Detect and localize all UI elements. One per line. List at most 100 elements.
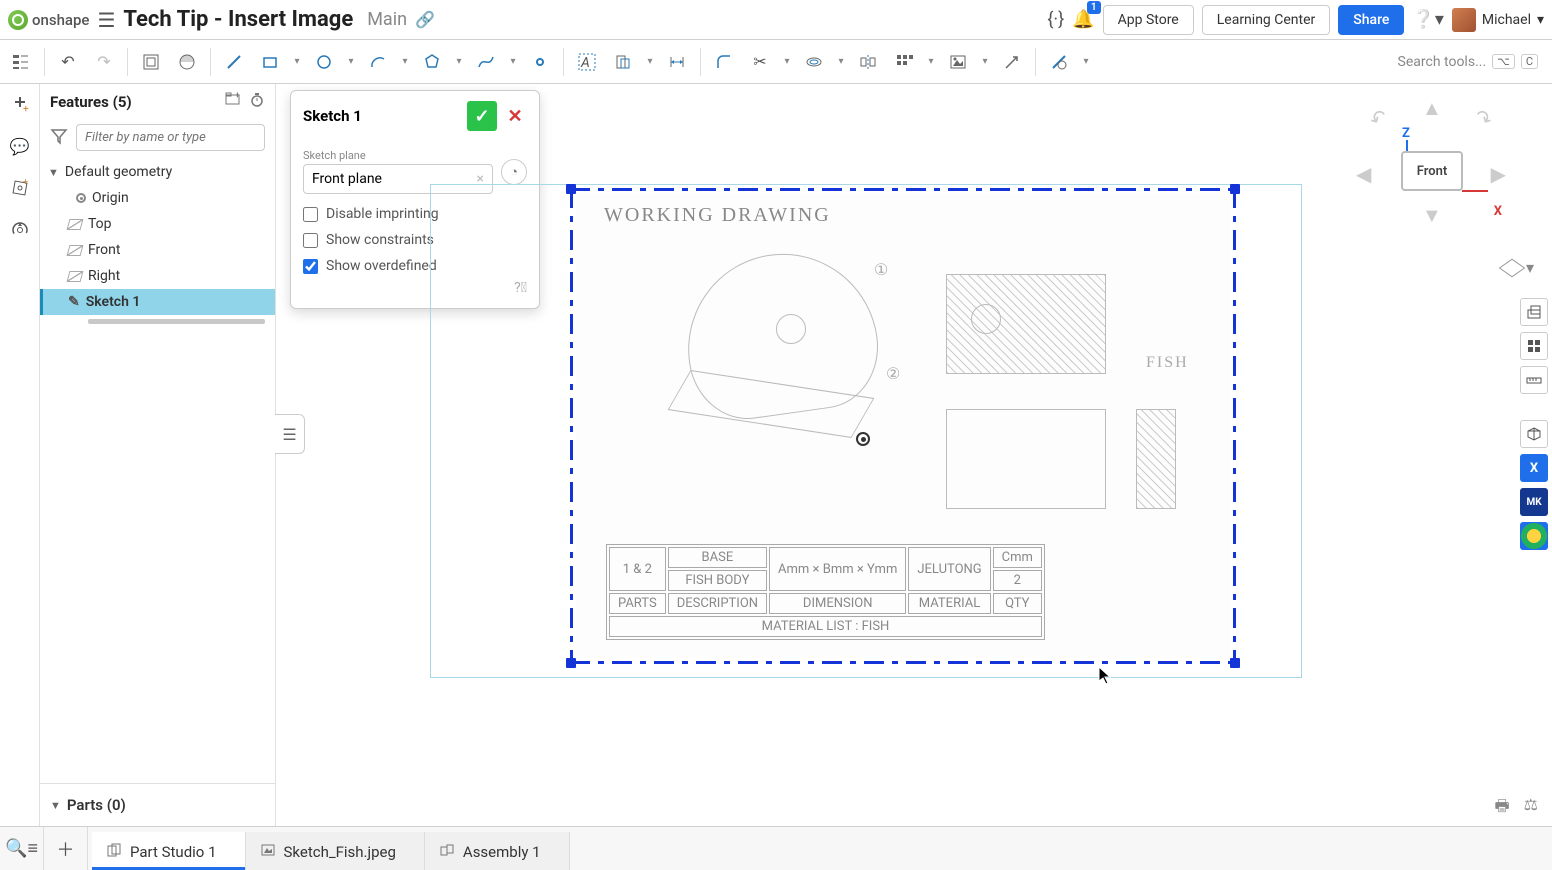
offset-dropdown[interactable]: ▾ — [833, 56, 849, 67]
circle-dropdown[interactable]: ▾ — [343, 56, 359, 67]
tree-origin[interactable]: Origin — [40, 185, 275, 211]
isometric-icon[interactable] — [1520, 420, 1548, 448]
right-rail: X MK — [1516, 294, 1552, 554]
rectangle-dropdown[interactable]: ▾ — [289, 56, 305, 67]
trim-dropdown[interactable]: ▾ — [779, 56, 795, 67]
corner-handle[interactable] — [1230, 658, 1240, 668]
user-menu[interactable]: Michael ▾ — [1452, 8, 1544, 32]
add-feature-icon[interactable]: + — [8, 92, 32, 116]
search-tools[interactable]: Search tools... ⌥ C — [1388, 50, 1548, 74]
use-dropdown[interactable]: ▾ — [642, 56, 658, 67]
image-tab-icon — [260, 842, 276, 862]
geometry-filter-icon[interactable] — [1520, 298, 1548, 326]
feature-filter-input[interactable] — [76, 124, 265, 151]
rollback-bar[interactable] — [88, 319, 265, 324]
point-tool-icon[interactable] — [523, 45, 557, 79]
rectangle-tool-icon[interactable] — [253, 45, 287, 79]
tree-label: Front — [88, 242, 120, 258]
sketch-image-rectangle[interactable]: WORKING DRAWING ① ② FISH 1 & 2 — [570, 188, 1236, 664]
chevron-down-icon: ▼ — [48, 166, 59, 179]
app-logo[interactable]: onshape — [8, 10, 89, 30]
dimension-tool-icon[interactable] — [660, 45, 694, 79]
tree-top-plane[interactable]: Top — [40, 211, 275, 237]
notifications-icon[interactable]: 🔔1 — [1072, 9, 1094, 30]
search-tools-placeholder: Search tools... — [1398, 54, 1487, 70]
arc-dropdown[interactable]: ▾ — [397, 56, 413, 67]
use-tool-icon[interactable] — [606, 45, 640, 79]
measure-icon[interactable] — [1520, 366, 1548, 394]
image-dropdown[interactable]: ▾ — [977, 56, 993, 67]
panel-collapse-handle[interactable]: ☰ — [275, 414, 305, 454]
stopwatch-icon[interactable] — [249, 92, 265, 112]
configurations-icon[interactable]: + — [8, 176, 32, 200]
corner-handle[interactable] — [1230, 184, 1240, 194]
circle-tool-icon[interactable] — [307, 45, 341, 79]
polygon-dropdown[interactable]: ▾ — [451, 56, 467, 67]
sketch-view-icon[interactable] — [134, 45, 168, 79]
offset-tool-icon[interactable] — [797, 45, 831, 79]
comments-icon[interactable]: 💬 — [8, 134, 32, 158]
text-tool-icon[interactable]: A — [570, 45, 604, 79]
tree-front-plane[interactable]: Front — [40, 237, 275, 263]
custom-features-icon[interactable]: {·} — [1047, 9, 1064, 30]
print-icon[interactable]: 🖶 — [1495, 795, 1510, 822]
tab-image[interactable]: Sketch_Fish.jpeg — [246, 832, 425, 870]
render-mode-dropdown[interactable]: ▾ — [1504, 258, 1534, 277]
share-button[interactable]: Share — [1338, 5, 1404, 35]
tab-part-studio[interactable]: Part Studio 1 — [92, 832, 246, 870]
graphics-canvas[interactable]: ☰ Sketch 1 ✓ ✕ Sketch plane Front plane … — [276, 84, 1552, 826]
tree-label: Origin — [92, 190, 129, 206]
fillet-tool-icon[interactable] — [707, 45, 741, 79]
add-tab-icon[interactable]: ＋ — [44, 827, 88, 870]
corner-handle[interactable] — [566, 184, 576, 194]
document-title[interactable]: Tech Tip - Insert Image — [123, 7, 353, 32]
polygon-tool-icon[interactable] — [415, 45, 449, 79]
feature-tree-toggle-icon[interactable] — [4, 45, 38, 79]
mk-app-icon[interactable]: MK — [1520, 488, 1548, 516]
viewcube-face[interactable]: Front — [1401, 151, 1463, 191]
tab-manager-icon[interactable]: 🔍≡ — [0, 827, 44, 870]
constraint-tool-icon[interactable] — [1042, 45, 1076, 79]
constraint-dropdown[interactable]: ▾ — [1078, 56, 1094, 67]
tree-right-plane[interactable]: Right — [40, 263, 275, 289]
branch-label[interactable]: Main — [367, 9, 407, 30]
corner-handle[interactable] — [566, 658, 576, 668]
brand-text: onshape — [32, 11, 89, 29]
help-icon[interactable]: ❔▾ — [1412, 9, 1443, 30]
tab-assembly[interactable]: Assembly 1 — [425, 832, 570, 870]
pattern-dropdown[interactable]: ▾ — [923, 56, 939, 67]
spline-dropdown[interactable]: ▾ — [505, 56, 521, 67]
confirm-button[interactable]: ✓ — [467, 101, 497, 131]
add-folder-icon[interactable]: + — [225, 92, 241, 112]
line-tool-icon[interactable] — [217, 45, 251, 79]
learning-center-button[interactable]: Learning Center — [1202, 5, 1331, 35]
transform-tool-icon[interactable] — [995, 45, 1029, 79]
mass-props-icon[interactable] — [1520, 332, 1548, 360]
redo-icon[interactable]: ↷ — [87, 45, 121, 79]
tree-sketch-1[interactable]: ✎ Sketch 1 — [40, 289, 275, 315]
image-tool-icon[interactable] — [941, 45, 975, 79]
mirror-tool-icon[interactable] — [851, 45, 885, 79]
onshape-app-icon[interactable] — [1520, 522, 1548, 550]
parts-header[interactable]: ▼ Parts (0) — [40, 783, 275, 826]
pattern-tool-icon[interactable] — [887, 45, 921, 79]
svg-text:A: A — [580, 55, 590, 71]
app-store-button[interactable]: App Store — [1103, 5, 1194, 35]
view-cube[interactable]: ▲ ▼ ◀ ▶ ↶ ↷ Z Front X — [1356, 96, 1506, 246]
cancel-button[interactable]: ✕ — [503, 104, 527, 128]
dialog-title: Sketch 1 — [303, 107, 362, 125]
menu-icon[interactable]: ☰ — [97, 8, 115, 32]
undo-icon[interactable]: ↶ — [51, 45, 85, 79]
tree-default-geometry[interactable]: ▼ Default geometry — [40, 159, 275, 185]
versions-icon[interactable] — [8, 218, 32, 242]
arc-tool-icon[interactable] — [361, 45, 395, 79]
filter-icon[interactable] — [50, 127, 68, 149]
section-view-icon[interactable] — [170, 45, 204, 79]
units-icon[interactable]: ⚖ — [1524, 795, 1538, 822]
trim-tool-icon[interactable]: ✂ — [743, 45, 777, 79]
final-toggle-icon[interactable]: ◔ — [501, 159, 527, 185]
part-studio-icon — [106, 842, 122, 862]
x-app-icon[interactable]: X — [1520, 454, 1548, 482]
spline-tool-icon[interactable] — [469, 45, 503, 79]
link-icon[interactable]: 🔗 — [415, 10, 435, 29]
